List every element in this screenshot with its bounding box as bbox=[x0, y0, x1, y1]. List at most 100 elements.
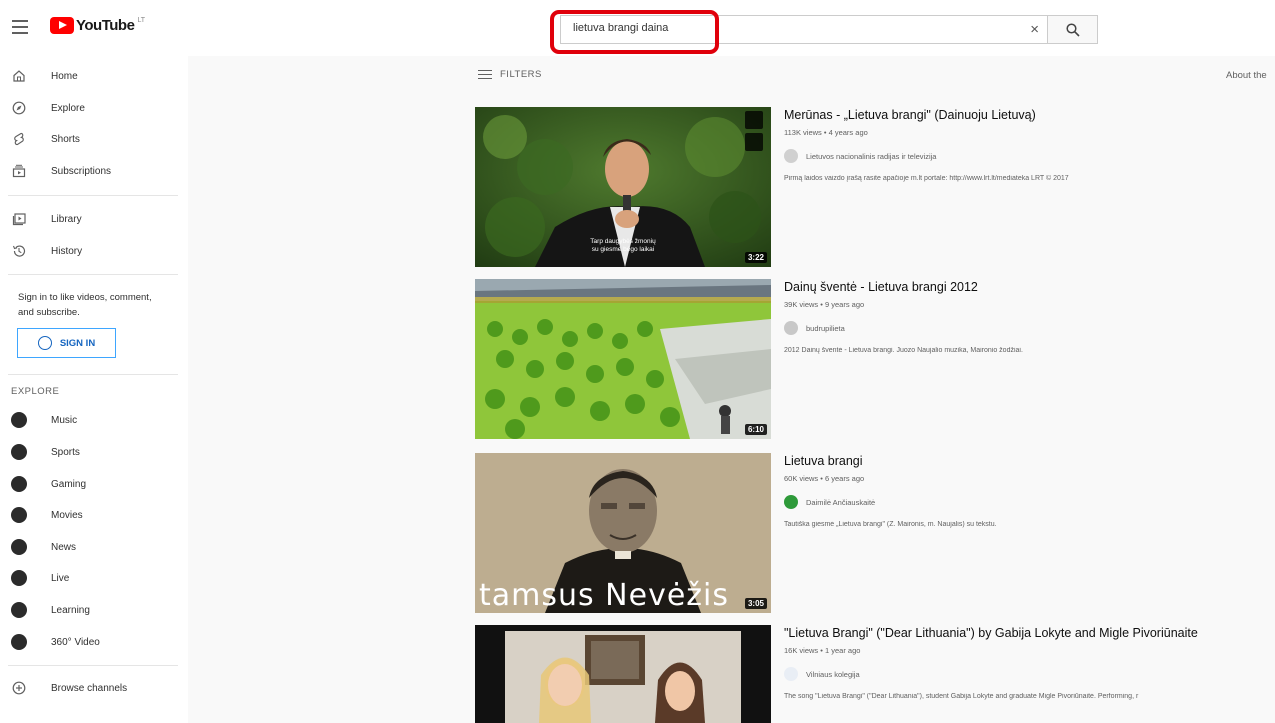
sidebar-item-label: Learning bbox=[51, 604, 90, 616]
channel-name: Vilniaus kolegija bbox=[806, 669, 860, 679]
sidebar-item-news[interactable]: News bbox=[0, 532, 188, 562]
thumbnail-image bbox=[475, 279, 771, 439]
sidebar-item-history[interactable]: History bbox=[0, 236, 188, 266]
account-icon bbox=[37, 336, 52, 350]
sidebar-item-explore[interactable]: Explore bbox=[0, 93, 188, 123]
video-title[interactable]: Dainų šventė - Lietuva brangi 2012 bbox=[784, 279, 1274, 296]
sidebar-item-live[interactable]: Live bbox=[0, 563, 188, 593]
sidebar-item-label: 360° Video bbox=[51, 636, 100, 648]
sidebar-item-label: Gaming bbox=[51, 478, 87, 490]
video-meta: Merūnas - „Lietuva brangi" (Dainuoju Lie… bbox=[784, 107, 1274, 182]
video-thumbnail[interactable]: 6:10 bbox=[475, 279, 771, 439]
news-icon bbox=[11, 539, 27, 555]
channel-name: Daimilė Ančiauskaitė bbox=[806, 497, 876, 507]
video-duration: 3:05 bbox=[744, 598, 767, 609]
sidebar-item-label: Browse channels bbox=[51, 682, 128, 694]
sidebar-item-label: Subscriptions bbox=[51, 165, 112, 177]
sidebar-item-label: Live bbox=[51, 572, 70, 584]
sidebar-divider bbox=[8, 274, 178, 275]
add-to-queue-icon[interactable] bbox=[745, 133, 763, 151]
video-result: "Lietuva Brangi" ("Dear Lithuania") by G… bbox=[475, 625, 1275, 723]
filters-button[interactable]: FILTERS bbox=[478, 69, 542, 80]
search-input[interactable] bbox=[573, 22, 993, 34]
thumbnail-image bbox=[475, 625, 771, 723]
video-meta: "Lietuva Brangi" ("Dear Lithuania") by G… bbox=[784, 625, 1274, 700]
sidebar-item-label: Explore bbox=[51, 102, 85, 114]
channel-name: budrupilieta bbox=[806, 323, 845, 333]
music-icon bbox=[11, 412, 27, 428]
country-code: LT bbox=[137, 17, 146, 24]
sidebar-item-gaming[interactable]: Gaming bbox=[0, 469, 188, 499]
sidebar-item-label: Library bbox=[51, 213, 82, 225]
menu-icon[interactable] bbox=[12, 20, 28, 34]
video-channel[interactable]: budrupilieta bbox=[784, 321, 1274, 335]
video-channel[interactable]: Daimilė Ančiauskaitė bbox=[784, 495, 1274, 509]
explore-heading: EXPLORE bbox=[11, 386, 60, 397]
video-thumbnail[interactable]: tamsus Nevėžis 3:05 bbox=[475, 453, 771, 613]
sidebar-item-movies[interactable]: Movies bbox=[0, 500, 188, 530]
clear-search-icon[interactable]: × bbox=[1030, 21, 1039, 38]
video-channel[interactable]: Vilniaus kolegija bbox=[784, 667, 1274, 681]
video-stats: 16K views • 1 year ago bbox=[784, 646, 861, 655]
signin-button-label: SIGN IN bbox=[59, 337, 96, 349]
video-stats: 113K views • 4 years ago bbox=[784, 128, 868, 137]
video-stats: 39K views • 9 years ago bbox=[784, 300, 865, 309]
compass-icon bbox=[11, 100, 27, 116]
search-icon bbox=[1065, 22, 1080, 37]
channel-avatar bbox=[784, 667, 798, 681]
video-duration: 6:10 bbox=[744, 424, 767, 435]
video-title[interactable]: Merūnas - „Lietuva brangi" (Dainuoju Lie… bbox=[784, 107, 1274, 124]
shorts-icon bbox=[11, 131, 27, 147]
add-circle-icon bbox=[11, 680, 27, 696]
sidebar-item-subscriptions[interactable]: Subscriptions bbox=[0, 156, 188, 186]
thumbnail-overlay-text: tamsus Nevėžis bbox=[479, 578, 730, 613]
video-description: Pirmą laidos vaizdo įrašą rasite apačioj… bbox=[784, 175, 1069, 182]
svg-text:Tarp daugybės žmonių: Tarp daugybės žmonių bbox=[590, 238, 656, 245]
home-icon bbox=[11, 68, 27, 84]
channel-name: Lietuvos nacionalinis radijas ir televiz… bbox=[806, 151, 937, 161]
about-these-results-link[interactable]: About the bbox=[1226, 70, 1267, 81]
video-description: Tautiška giesmė „Lietuva brangi" (Ž. Mai… bbox=[784, 521, 997, 528]
video-result: tamsus Nevėžis 3:05 Lietuva brangi 60K v… bbox=[475, 453, 1275, 613]
sidebar-item-library[interactable]: Library bbox=[0, 204, 188, 234]
video-thumbnail[interactable]: Tarp daugybės žmonių su giesme bėgo laik… bbox=[475, 107, 771, 267]
live-icon bbox=[11, 570, 27, 586]
thumbnail-hover-icons bbox=[745, 111, 767, 155]
video-description: The song "Lietuva Brangi" ("Dear Lithuan… bbox=[784, 693, 1139, 700]
video-description: 2012 Dainų šventė - Lietuva brangi. Juoz… bbox=[784, 347, 1023, 354]
history-icon bbox=[11, 243, 27, 259]
library-icon bbox=[11, 211, 27, 227]
video-channel[interactable]: Lietuvos nacionalinis radijas ir televiz… bbox=[784, 149, 1274, 163]
learning-icon bbox=[11, 602, 27, 618]
sidebar-item-browse-channels[interactable]: Browse channels bbox=[0, 673, 188, 703]
sidebar-item-shorts[interactable]: Shorts bbox=[0, 124, 188, 154]
video-duration: 3:22 bbox=[744, 252, 767, 263]
sidebar-item-learning[interactable]: Learning bbox=[0, 595, 188, 625]
sidebar-item-music[interactable]: Music bbox=[0, 405, 188, 435]
sidebar: Home Explore Shorts Subscriptions Librar… bbox=[0, 56, 188, 723]
sidebar-divider bbox=[8, 665, 178, 666]
signin-button[interactable]: SIGN IN bbox=[17, 328, 116, 358]
video-meta: Lietuva brangi 60K views • 6 years ago D… bbox=[784, 453, 1274, 528]
sidebar-item-label: Music bbox=[51, 414, 78, 426]
watch-later-icon[interactable] bbox=[745, 111, 763, 129]
signin-prompt: Sign in to like videos, comment, and sub… bbox=[18, 292, 152, 318]
channel-avatar bbox=[784, 495, 798, 509]
filters-label: FILTERS bbox=[500, 69, 542, 80]
channel-avatar bbox=[784, 149, 798, 163]
youtube-logo[interactable]: YouTube LT bbox=[50, 17, 145, 34]
video-meta: Dainų šventė - Lietuva brangi 2012 39K v… bbox=[784, 279, 1274, 354]
sidebar-item-360-video[interactable]: 360° Video bbox=[0, 627, 188, 657]
thumbnail-image: Tarp daugybės žmonių su giesme bėgo laik… bbox=[475, 107, 771, 267]
video-title[interactable]: "Lietuva Brangi" ("Dear Lithuania") by G… bbox=[784, 625, 1274, 642]
sidebar-item-sports[interactable]: Sports bbox=[0, 437, 188, 467]
search-results-area: FILTERS About the Tarp daugybės žmonių s… bbox=[188, 56, 1275, 723]
video-title[interactable]: Lietuva brangi bbox=[784, 453, 1274, 470]
video-result: 6:10 Dainų šventė - Lietuva brangi 2012 … bbox=[475, 279, 1275, 439]
sidebar-item-home[interactable]: Home bbox=[0, 61, 188, 91]
video-thumbnail[interactable] bbox=[475, 625, 771, 723]
sidebar-item-label: Sports bbox=[51, 446, 80, 458]
search-button[interactable] bbox=[1047, 15, 1098, 44]
sidebar-divider bbox=[8, 374, 178, 375]
sidebar-item-label: Home bbox=[51, 70, 78, 82]
